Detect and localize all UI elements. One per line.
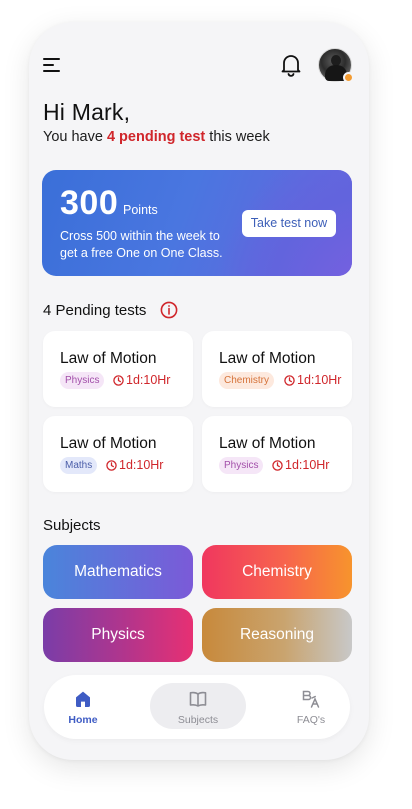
book-icon <box>189 691 207 707</box>
pending-count-highlight: 4 pending test <box>106 129 206 145</box>
subject-tag: Chemistry <box>219 372 275 389</box>
test-timer: 1d:10Hr <box>272 457 329 474</box>
timer-text: 1d:10Hr <box>297 373 342 387</box>
timer-text: 1d:10Hr <box>119 458 164 472</box>
test-card[interactable]: Law of Motion Physics 1d:10Hr <box>202 416 352 492</box>
bell-icon[interactable] <box>280 53 302 77</box>
subject-tile-chemistry[interactable]: Chemistry <box>202 545 352 599</box>
clock-icon <box>106 460 117 471</box>
subject-tag: Physics <box>219 457 264 474</box>
points-unit: Points <box>123 203 158 217</box>
test-card[interactable]: Law of Motion Physics 1d:10Hr <box>43 331 193 407</box>
clock-icon <box>272 460 283 471</box>
test-timer: 1d:10Hr <box>284 372 341 389</box>
test-title: Law of Motion <box>60 350 157 367</box>
home-icon <box>76 691 90 707</box>
timer-text: 1d:10Hr <box>285 458 330 472</box>
subtitle-suffix: this week <box>205 129 270 145</box>
nav-item-home[interactable]: Home <box>38 675 128 739</box>
hamburger-menu-icon[interactable] <box>43 57 63 73</box>
points-message: Cross 500 within the week to get a free … <box>60 229 223 260</box>
timer-text: 1d:10Hr <box>126 373 171 387</box>
nav-label: Home <box>68 714 98 726</box>
phone-screen: Hi Mark, You have 4 pending test this we… <box>29 22 369 760</box>
nav-item-faqs[interactable]: FAQ's <box>266 675 356 739</box>
subject-tile-mathematics[interactable]: Mathematics <box>43 545 193 599</box>
subjects-title: Subjects <box>43 517 101 534</box>
greeting-title: Hi Mark, <box>43 99 131 125</box>
verified-badge <box>343 72 354 83</box>
test-title: Law of Motion <box>219 435 316 452</box>
info-icon[interactable] <box>160 301 178 319</box>
take-test-button[interactable]: Take test now <box>242 210 336 237</box>
avatar[interactable] <box>318 48 354 83</box>
nav-label: FAQ's <box>296 714 326 726</box>
test-card[interactable]: Law of Motion Chemistry 1d:10Hr <box>202 331 352 407</box>
subject-tile-reasoning[interactable]: Reasoning <box>202 608 352 662</box>
bottom-nav: Home Subjects FAQ's <box>44 675 350 739</box>
test-card[interactable]: Law of Motion Maths 1d:10Hr <box>43 416 193 492</box>
greeting-subtitle: You have 4 pending test this week <box>43 129 270 145</box>
pending-tests-title: 4 Pending tests <box>43 302 147 319</box>
clock-icon <box>113 375 124 386</box>
subtitle-prefix: You have <box>43 129 107 145</box>
subject-tag: Maths <box>60 457 98 474</box>
points-card: 300 Points Cross 500 within the week to … <box>42 170 352 276</box>
translate-icon <box>302 690 320 708</box>
subject-tile-physics[interactable]: Physics <box>43 608 193 662</box>
nav-item-subjects[interactable]: Subjects <box>150 683 246 729</box>
test-title: Law of Motion <box>60 435 157 452</box>
test-title: Law of Motion <box>219 350 316 367</box>
test-timer: 1d:10Hr <box>106 457 163 474</box>
points-value: 300 <box>60 184 119 222</box>
clock-icon <box>284 375 295 386</box>
test-timer: 1d:10Hr <box>113 372 170 389</box>
nav-label: Subjects <box>177 714 219 726</box>
subject-tag: Physics <box>60 372 105 389</box>
